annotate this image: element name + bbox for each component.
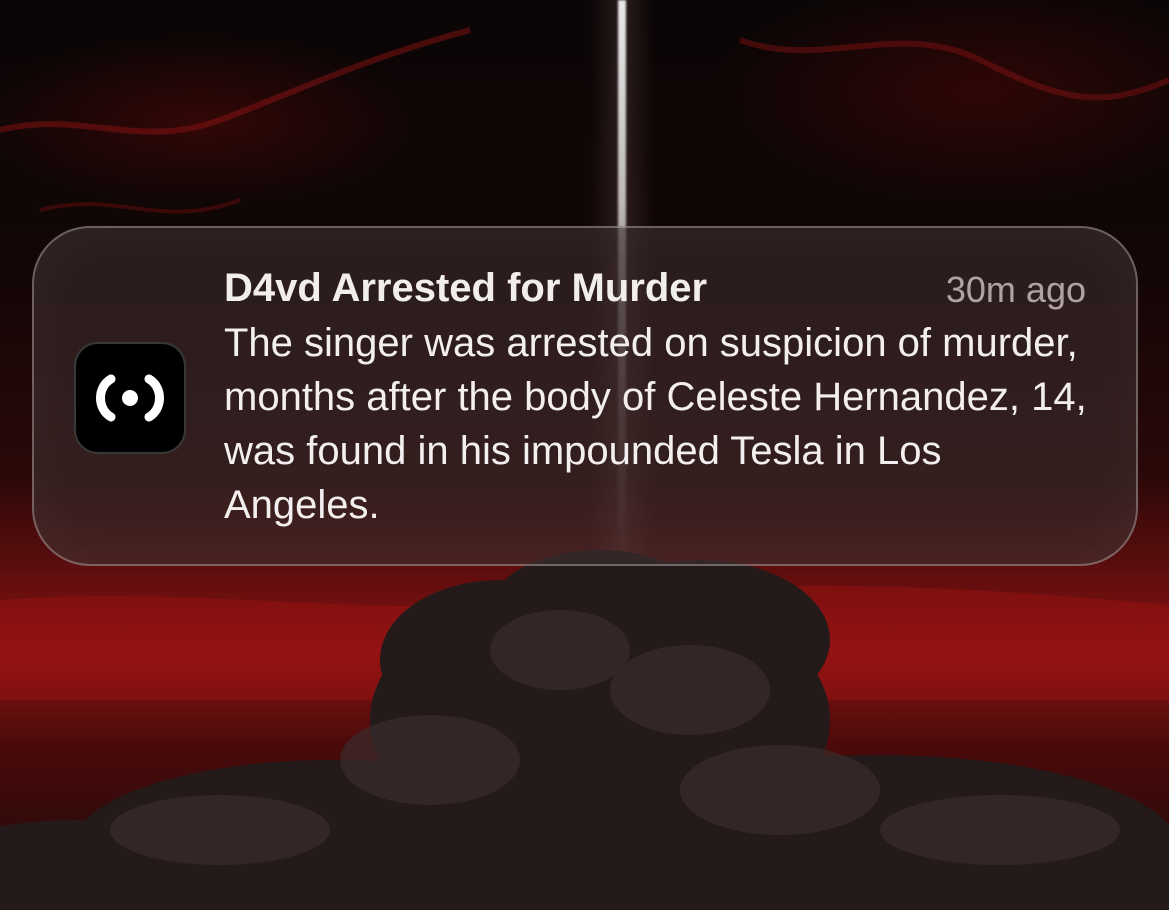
notification-title: D4vd Arrested for Murder [224,266,708,310]
notification-card[interactable]: D4vd Arrested for Murder 30m ago The sin… [32,226,1138,566]
notification-timestamp: 30m ago [945,269,1086,310]
notification-body: The singer was arrested on suspicion of … [224,321,1087,527]
news-app-icon [74,342,186,454]
broadcast-signal-icon [96,374,164,422]
